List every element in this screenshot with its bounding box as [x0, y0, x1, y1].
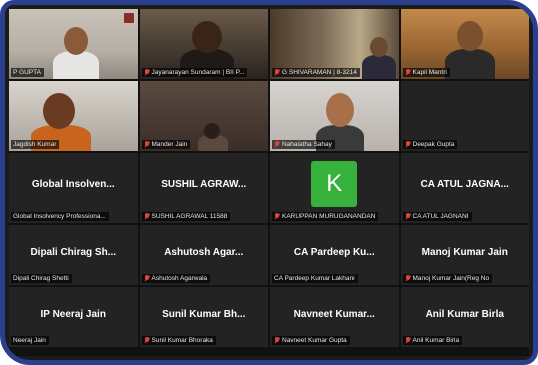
participant-tile-4[interactable]: Kapil Mantri — [400, 9, 529, 79]
participant-tile-19[interactable]: Navneet Kumar... Navneet Kumar Gupta — [270, 287, 399, 347]
participant-tile-6[interactable]: Mander Jain — [139, 81, 268, 151]
participant-name: KARUPPAN MURUGANANDAN — [282, 213, 376, 220]
participant-name: Jagdish Kumar — [13, 141, 57, 148]
participant-name: Sunil Kumar Bhoraka — [151, 337, 213, 344]
participant-tile-18[interactable]: Sunil Kumar Bh... Sunil Kumar Bhoraka — [139, 287, 268, 347]
participant-name: Nahalatha Sahay — [282, 141, 332, 148]
participant-display-name: Anil Kumar Birla — [425, 309, 504, 320]
mic-off-icon — [405, 141, 411, 148]
participant-name-tag: Anil Kumar Birla — [402, 336, 463, 345]
participant-name-tag: Jagdish Kumar — [11, 140, 60, 149]
participant-tile-8[interactable]: Deepak Gupta — [400, 81, 529, 151]
participant-tile-15[interactable]: CA Pardeep Ku... CA Pardeep Kumar Lakhan… — [270, 225, 399, 285]
participant-display-name: Navneet Kumar... — [293, 309, 375, 320]
participant-name-tag: Deepak Gupta — [402, 140, 458, 149]
participant-name: Global Insolvency Professiona... — [13, 213, 106, 220]
meeting-window: P GUPTA Jayanarayan Sundaram | BII P... … — [0, 0, 538, 365]
participant-display-name: Ashutosh Agar... — [164, 247, 244, 258]
participant-tile-20[interactable]: Anil Kumar Birla Anil Kumar Birla — [400, 287, 529, 347]
participant-tile-2[interactable]: Jayanarayan Sundaram | BII P... — [139, 9, 268, 79]
participant-name: Ashutosh Agarwala — [151, 275, 208, 282]
participant-display-name: SUSHIL AGRAW... — [161, 179, 247, 190]
participant-tile-14[interactable]: Ashutosh Agar... Ashutosh Agarwala — [139, 225, 268, 285]
participant-name: CA Pardeep Kumar Lakhani — [274, 275, 355, 282]
mic-off-icon — [144, 141, 150, 148]
participant-name-tag: KARUPPAN MURUGANANDAN — [272, 212, 379, 221]
participant-name: Manoj Kumar Jain(Reg No — [412, 275, 490, 282]
mic-off-icon — [144, 213, 150, 220]
participant-name: P GUPTA — [13, 69, 41, 76]
mic-off-icon — [405, 275, 411, 282]
participant-name-tag: Navneet Kumar Gupta — [272, 336, 350, 345]
participant-name-tag: Sunil Kumar Bhoraka — [141, 336, 216, 345]
participant-name-tag: Neeraj Jain — [11, 336, 49, 345]
participant-name: Neeraj Jain — [13, 337, 46, 344]
mic-off-icon — [405, 213, 411, 220]
participant-tile-13[interactable]: Dipali Chirag Sh... Dipali Chirag Shetti — [9, 225, 138, 285]
mic-off-icon — [405, 69, 411, 76]
participant-name: Kapil Mantri — [412, 69, 447, 76]
participant-tile-5[interactable]: Jagdish Kumar — [9, 81, 138, 151]
participant-display-name: Dipali Chirag Sh... — [30, 247, 117, 258]
gallery-grid: P GUPTA Jayanarayan Sundaram | BII P... … — [9, 9, 529, 356]
participant-name: G SHIVARAMAN | 8-3214 — [282, 69, 357, 76]
participant-display-name: Sunil Kumar Bh... — [162, 309, 246, 320]
participant-tile-9[interactable]: Global Insolven... Global Insolvency Pro… — [9, 153, 138, 223]
mic-off-icon — [274, 69, 280, 76]
participant-name-tag: P GUPTA — [11, 68, 44, 77]
participant-name: Deepak Gupta — [412, 141, 455, 148]
participant-name: CA ATUL JAGNANI — [412, 213, 469, 220]
participant-tile-7[interactable]: Nahalatha Sahay — [270, 81, 399, 151]
participant-display-name: IP Neeraj Jain — [40, 309, 106, 320]
participant-tile-3[interactable]: G SHIVARAMAN | 8-3214 — [270, 9, 399, 79]
mic-off-icon — [144, 69, 150, 76]
mic-off-icon — [405, 337, 411, 344]
participant-tile-1[interactable]: P GUPTA — [9, 9, 138, 79]
participant-tile-10[interactable]: SUSHIL AGRAW... SUSHIL AGRAWAL 11588 — [139, 153, 268, 223]
participant-name-tag: CA ATUL JAGNANI — [402, 212, 472, 221]
participant-display-name: Global Insolven... — [31, 179, 115, 190]
participant-name-tag: SUSHIL AGRAWAL 11588 — [141, 212, 231, 221]
mic-off-icon — [274, 141, 280, 148]
participant-tile-17[interactable]: IP Neeraj Jain Neeraj Jain — [9, 287, 138, 347]
avatar: K — [311, 161, 358, 207]
participant-name: SUSHIL AGRAWAL 11588 — [151, 213, 228, 220]
logo-icon — [123, 13, 134, 23]
participant-name-tag: Kapil Mantri — [402, 68, 450, 77]
participant-name-tag: Global Insolvency Professiona... — [11, 212, 109, 221]
participant-display-name: CA ATUL JAGNA... — [420, 179, 509, 190]
participant-name: Jayanarayan Sundaram | BII P... — [151, 69, 245, 76]
participant-name: Dipali Chirag Shetti — [13, 275, 69, 282]
participant-name-tag: Dipali Chirag Shetti — [11, 274, 72, 283]
participant-name-tag: CA Pardeep Kumar Lakhani — [272, 274, 358, 283]
participant-name-tag: Jayanarayan Sundaram | BII P... — [141, 68, 248, 77]
mic-off-icon — [144, 337, 150, 344]
mic-off-icon — [144, 275, 150, 282]
participant-display-name: Manoj Kumar Jain — [421, 247, 508, 258]
mic-off-icon — [274, 213, 280, 220]
participant-tile-11[interactable]: K KARUPPAN MURUGANANDAN — [270, 153, 399, 223]
participant-display-name: CA Pardeep Ku... — [293, 247, 375, 258]
participant-name-tag: Ashutosh Agarwala — [141, 274, 211, 283]
participant-tile-16[interactable]: Manoj Kumar Jain Manoj Kumar Jain(Reg No — [400, 225, 529, 285]
participant-name-tag: Mander Jain — [141, 140, 191, 149]
participant-name: Anil Kumar Birla — [412, 337, 460, 344]
participant-name-tag: Nahalatha Sahay — [272, 140, 335, 149]
participant-name-tag: Manoj Kumar Jain(Reg No — [402, 274, 493, 283]
mic-off-icon — [274, 337, 280, 344]
participant-name-tag: G SHIVARAMAN | 8-3214 — [272, 68, 360, 77]
participant-tile-12[interactable]: CA ATUL JAGNA... CA ATUL JAGNANI — [400, 153, 529, 223]
participant-name: Mander Jain — [151, 141, 188, 148]
participant-name: Navneet Kumar Gupta — [282, 337, 347, 344]
